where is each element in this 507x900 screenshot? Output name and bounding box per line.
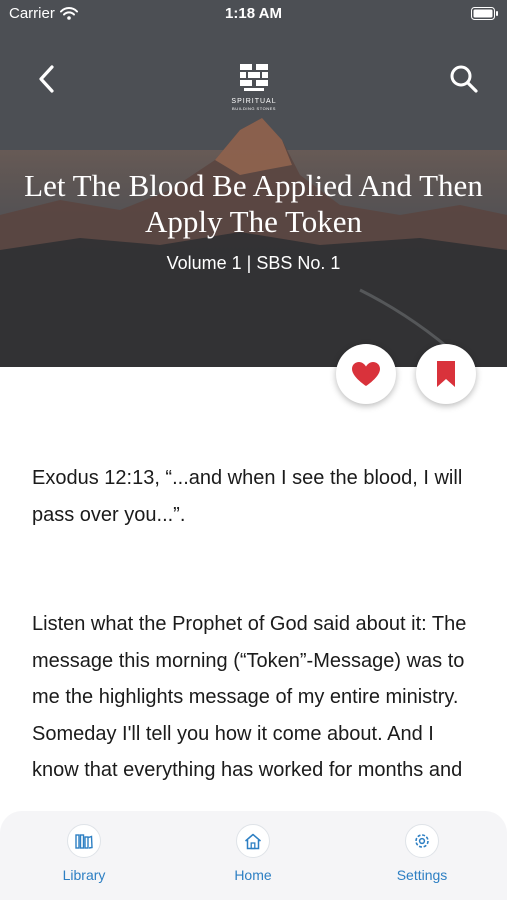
status-time: 1:18 AM [225,5,282,22]
status-bar: Carrier 1:18 AM [0,0,507,28]
sermon-subtitle: Volume 1 | SBS No. 1 [166,253,341,273]
search-icon [450,65,478,93]
favorite-button[interactable] [336,344,396,404]
app-logo: SPIRITUAL BUILDING STONES [218,62,290,111]
sermon-content: Exodus 12:13, “...and when I see the blo… [32,460,482,789]
building-stones-icon [240,64,268,91]
tab-settings[interactable]: Settings [377,824,467,883]
tab-label: Home [234,867,272,883]
tab-label: Library [62,867,106,883]
library-icon [75,834,93,849]
tab-label: Settings [396,867,448,883]
battery-icon [471,7,498,20]
tab-library[interactable]: Library [39,824,129,883]
sermon-title: Let The Blood Be Applied And Then Apply … [24,168,483,239]
tab-home[interactable]: Home [208,824,298,883]
logo-title: SPIRITUAL [231,98,277,105]
search-button[interactable] [447,62,481,96]
bookmark-icon [437,361,455,387]
back-button[interactable] [30,62,64,96]
bookmark-button[interactable] [416,344,476,404]
home-icon [245,833,261,849]
tab-icon-circle [67,824,101,858]
tab-icon-circle [236,824,270,858]
heart-icon [352,362,380,386]
chevron-left-icon [39,65,54,93]
settings-icon [415,834,429,848]
tab-bar: Library Home Settings [0,811,507,900]
logo-subtitle: BUILDING STONES [232,106,276,111]
content-paragraph: Exodus 12:13, “...and when I see the blo… [32,467,463,526]
tab-icon-circle [405,824,439,858]
content-paragraph: Listen what the Prophet of God said abou… [32,613,467,781]
